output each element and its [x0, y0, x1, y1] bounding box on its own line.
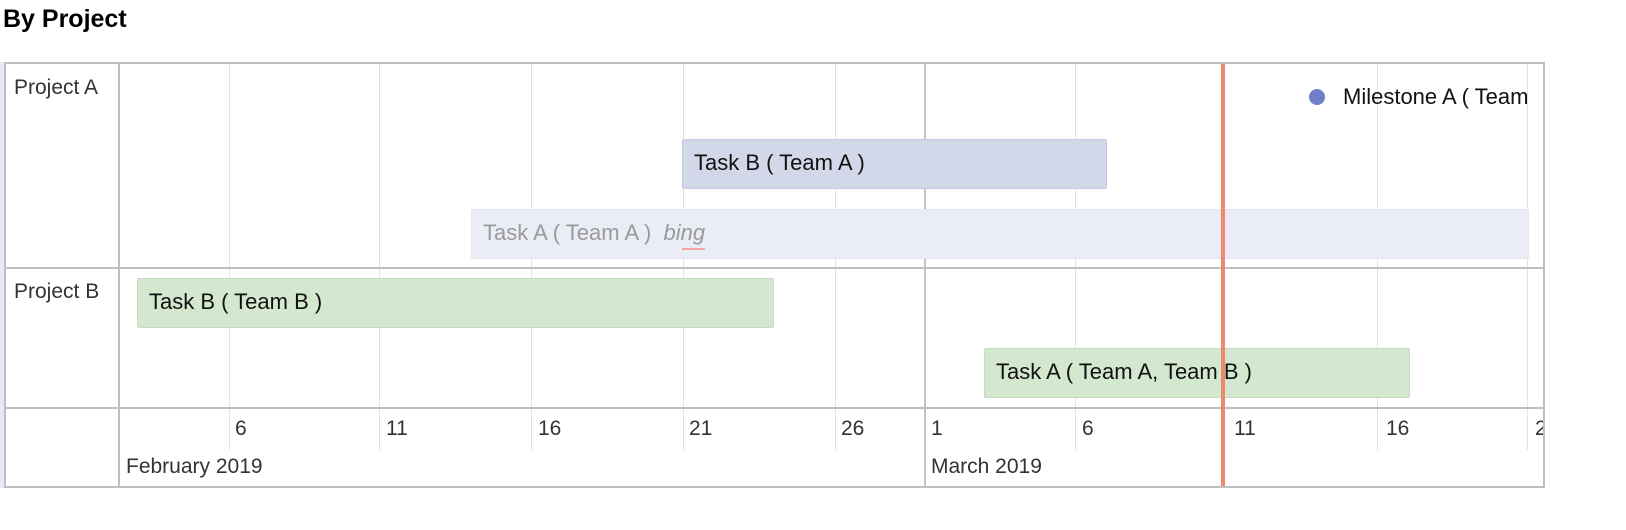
axis-month-label: March 2019: [931, 455, 1042, 478]
axis-tick-label: 2: [1535, 417, 1543, 441]
task-label: Task A ( Team A, Team B ): [996, 359, 1252, 384]
group-divider: [6, 267, 1543, 269]
axis-tick-label: 26: [841, 417, 865, 440]
milestone-label[interactable]: Milestone A ( Team: [1343, 84, 1528, 110]
task-a-team-a-team-b[interactable]: Task A ( Team A, Team B ): [984, 348, 1410, 398]
axis-tick-label: 11: [386, 417, 408, 440]
axis-month-label: February 2019: [126, 455, 263, 478]
axis-tick-label: 1: [931, 417, 943, 440]
group-label-project-a: Project A: [14, 76, 99, 99]
task-note: bing: [663, 220, 706, 245]
task-label: Task B ( Team A ): [694, 150, 865, 175]
page-title: By Project: [3, 5, 127, 33]
spellcheck-underline: [682, 248, 705, 250]
axis-tick-label: 16: [538, 417, 562, 440]
milestone-dot[interactable]: [1309, 89, 1325, 105]
grid-line: [229, 64, 230, 450]
axis-tick-label: 21: [689, 417, 713, 440]
current-time-line: [1221, 64, 1225, 486]
label-column-divider: [118, 64, 120, 486]
task-b-team-b[interactable]: Task B ( Team B ): [137, 278, 774, 328]
month-grid-line: [924, 64, 926, 486]
axis-tick-label: 6: [235, 417, 247, 440]
task-b-team-a[interactable]: Task B ( Team A ): [682, 139, 1107, 189]
task-label: Task B ( Team B ): [149, 289, 323, 314]
axis-divider: [6, 407, 1543, 409]
task-label: Task A ( Team A ): [483, 220, 652, 245]
axis-tick-label: 16: [1386, 417, 1410, 440]
bottom-strip: [0, 488, 1545, 512]
axis-tick-label: 11: [1234, 417, 1256, 440]
task-a-team-a[interactable]: Task A ( Team A ) bing: [471, 209, 1529, 259]
timeline[interactable]: Project A Project B Milestone A ( Team T…: [4, 62, 1545, 488]
grid-line: [379, 64, 380, 450]
group-label-project-b: Project B: [14, 280, 100, 303]
axis-tick-label: 6: [1082, 417, 1094, 440]
